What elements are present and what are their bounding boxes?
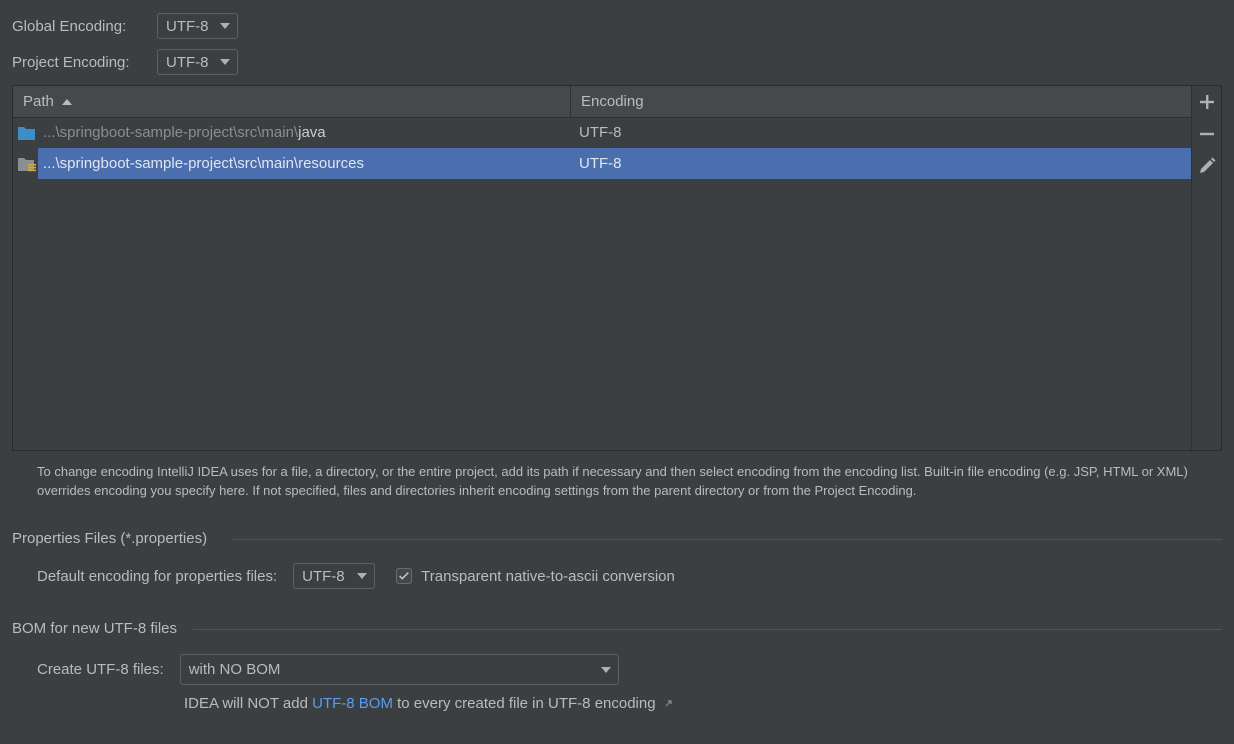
default-encoding-label: Default encoding for properties files: [37,567,278,585]
bom-note-suffix: to every created file in UTF-8 encoding [392,695,656,712]
global-encoding-row: Global Encoding: UTF-8 [12,13,238,39]
properties-section-title: Properties Files (*.properties) [12,530,208,547]
create-utf8-label: Create UTF-8 files: [37,661,164,678]
table-body: ...\springboot-sample-project\src\main\j… [13,117,1193,179]
chevron-down-icon [220,23,230,29]
table-header: Path Encoding [13,86,1193,118]
native-to-ascii-label[interactable]: Transparent native-to-ascii conversion [421,568,675,585]
table-row-selected[interactable]: ...\springboot-sample-project\src\main\r… [13,148,1193,179]
global-encoding-combo[interactable]: UTF-8 [157,13,238,39]
source-folder-icon [18,126,35,140]
bom-mode-value: with NO BOM [188,661,281,678]
external-link-icon[interactable] [664,698,674,708]
chevron-down-icon [357,573,368,579]
sort-ascending-icon [61,98,72,105]
bom-note: IDEA will NOT add UTF-8 BOM to every cre… [184,695,674,712]
edit-icon[interactable] [1197,156,1217,176]
global-encoding-label: Global Encoding: [12,17,127,35]
path-text: ...\springboot-sample-project\src\main\r… [43,155,364,172]
encoding-cell[interactable]: UTF-8 [571,148,1193,179]
add-icon[interactable] [1197,92,1217,112]
help-text: To change encoding IntelliJ IDEA uses fo… [37,464,1188,498]
native-to-ascii-checkbox[interactable] [396,568,413,584]
table-toolbar [1191,86,1221,450]
column-header-encoding[interactable]: Encoding [571,86,1193,117]
project-encoding-row: Project Encoding: UTF-8 [12,49,238,75]
column-header-encoding-label: Encoding [581,93,644,110]
utf8-bom-link[interactable]: UTF-8 BOM [312,695,393,712]
path-encoding-table: Path Encoding ...\springboot-sample-proj… [12,85,1222,451]
chevron-down-icon [220,59,230,65]
section-divider [193,629,1222,630]
table-row[interactable]: ...\springboot-sample-project\src\main\j… [13,117,1193,148]
path-prefix: ...\springboot-sample-project\src\main\r… [43,155,364,172]
remove-icon[interactable] [1197,124,1217,144]
properties-encoding-row: Default encoding for properties files: U… [37,563,675,589]
bom-mode-combo[interactable]: with NO BOM [179,654,619,685]
bom-note-prefix: IDEA will NOT add [184,695,313,712]
project-encoding-label: Project Encoding: [12,53,130,71]
bom-create-row: Create UTF-8 files: with NO BOM [37,654,619,685]
column-header-path[interactable]: Path [13,86,571,117]
section-divider [232,539,1222,540]
path-cell[interactable]: ...\springboot-sample-project\src\main\j… [13,117,571,148]
global-encoding-value: UTF-8 [166,17,209,35]
path-prefix: ...\springboot-sample-project\src\main\ [43,124,299,141]
project-encoding-combo[interactable]: UTF-8 [157,49,238,75]
resources-folder-icon [18,157,36,171]
bom-section-title: BOM for new UTF-8 files [12,620,178,637]
project-encoding-value: UTF-8 [166,53,209,71]
chevron-down-icon [600,666,611,673]
file-encodings-settings: Global Encoding: UTF-8 Project Encoding:… [0,0,1234,744]
properties-encoding-value: UTF-8 [302,567,345,585]
path-text: ...\springboot-sample-project\src\main\j… [43,124,326,141]
path-last-segment: java [298,124,326,141]
path-cell[interactable]: ...\springboot-sample-project\src\main\r… [13,148,571,179]
encoding-cell[interactable]: UTF-8 [571,117,1193,148]
properties-encoding-combo[interactable]: UTF-8 [293,563,376,589]
check-icon [399,571,410,580]
column-header-path-label: Path [23,93,54,110]
